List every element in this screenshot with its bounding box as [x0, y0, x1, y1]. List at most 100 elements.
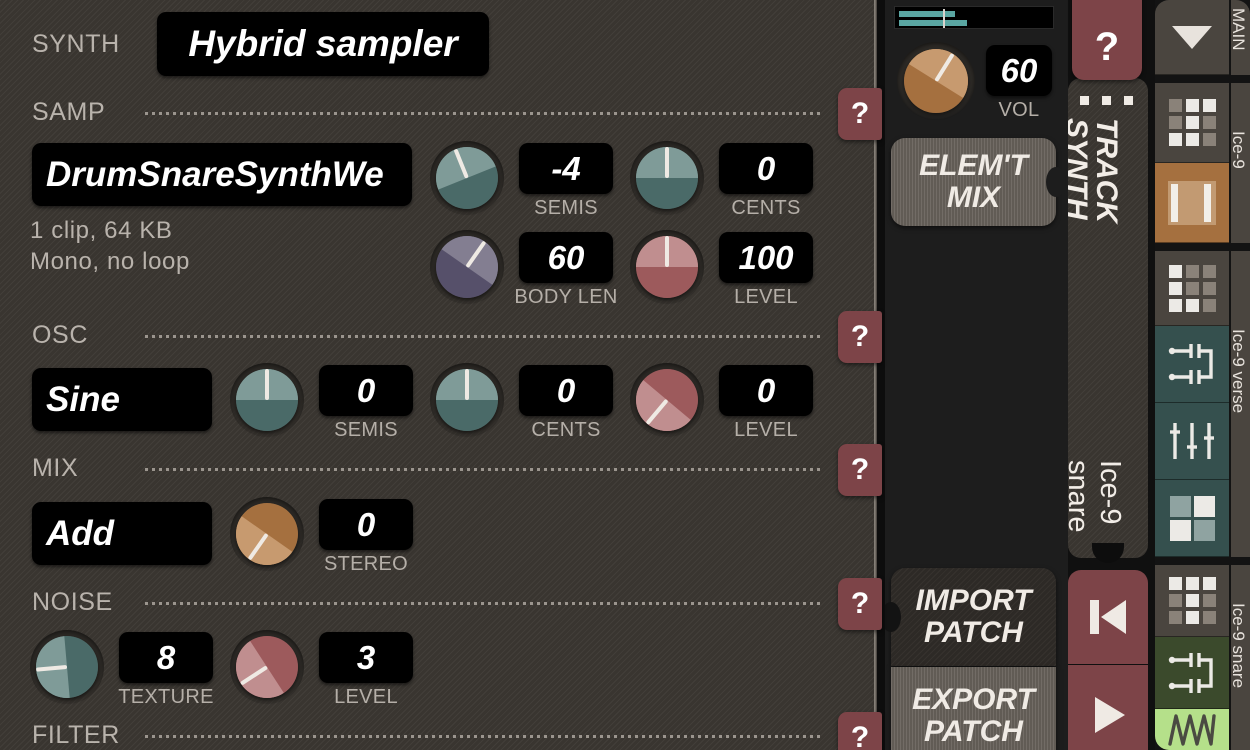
sample-info-clip: 1 clip, 64 KB: [30, 217, 173, 244]
sidebar-group-main: MAIN: [1155, 0, 1250, 75]
track-strip-name-line2: snare: [1068, 460, 1094, 533]
caption-noise-level: LEVEL: [334, 686, 398, 708]
knob-samp-semis[interactable]: [430, 141, 504, 215]
section-label-mix: MIX: [32, 454, 79, 482]
knob-dial: [436, 369, 498, 431]
navigation-sidebar: MAIN Ice-9 Ice-9 verse Ice-9 snare: [1155, 0, 1250, 750]
section-label-samp: SAMP: [32, 98, 106, 126]
value-mix-stereo[interactable]: 0: [319, 499, 413, 550]
sidebar-item-ice9-pattern[interactable]: [1155, 83, 1229, 163]
caption-volume: VOL: [998, 99, 1040, 121]
sidebar-group-ice9-snare: Ice-9 snare: [1155, 565, 1250, 750]
grid-3x3-icon: [1168, 99, 1216, 146]
sidebar-item-verse-checker[interactable]: [1155, 480, 1229, 557]
knob-dial: [236, 636, 298, 698]
section-divider-samp: [145, 112, 820, 115]
circuit-icon: [1168, 344, 1213, 384]
sidebar-group-ice9: Ice-9: [1155, 83, 1250, 243]
sidebar-group-label-main: MAIN: [1231, 0, 1250, 75]
osc-wave-field[interactable]: Sine: [32, 368, 212, 431]
knob-volume[interactable]: [897, 42, 975, 120]
help-button-noise[interactable]: ?: [838, 578, 882, 630]
sidebar-item-snare-circuit[interactable]: [1155, 637, 1229, 709]
sidebar-item-main[interactable]: [1155, 0, 1229, 75]
level-meter-marker: [943, 9, 945, 28]
help-button-osc[interactable]: ?: [838, 311, 882, 363]
knob-dial: [436, 236, 498, 298]
knob-noise-texture[interactable]: [30, 630, 104, 704]
knob-dial: [236, 503, 298, 565]
value-samp-cents[interactable]: 0: [719, 143, 813, 194]
value-osc-semis[interactable]: 0: [319, 365, 413, 416]
sidebar-item-verse-pattern[interactable]: [1155, 251, 1229, 326]
sidebar-item-verse-sliders[interactable]: [1155, 403, 1229, 480]
element-mix-button[interactable]: ELEM'T MIX: [891, 138, 1066, 226]
knob-pointer: [465, 369, 469, 400]
value-samp-level[interactable]: 100: [719, 232, 813, 283]
section-label-noise: NOISE: [32, 588, 113, 616]
knob-osc-level[interactable]: [630, 363, 704, 437]
track-strip-name-line1: Ice-9: [1094, 460, 1126, 525]
grid-3x3-icon: [1168, 264, 1216, 312]
value-noise-texture[interactable]: 8: [119, 632, 213, 683]
track-strip-notch: [1092, 543, 1124, 563]
value-noise-level[interactable]: 3: [319, 632, 413, 683]
sample-info-mono: Mono, no loop: [30, 248, 190, 275]
transport-play-button[interactable]: [1068, 665, 1148, 750]
knob-osc-cents[interactable]: [430, 363, 504, 437]
knob-mix-stereo[interactable]: [230, 497, 304, 571]
transport-prev-button[interactable]: [1068, 570, 1148, 664]
element-mix-notch: [1046, 167, 1066, 197]
triangle-down-icon: [1172, 26, 1212, 49]
waveform-icon: [1168, 713, 1216, 746]
sidebar-group-label-ice9-snare: Ice-9 snare: [1231, 565, 1250, 750]
import-patch-line1: IMPORT: [915, 584, 1032, 618]
section-divider-mix: [145, 468, 820, 471]
knob-samp-body-len[interactable]: [430, 230, 504, 304]
element-mix-line2: MIX: [946, 181, 1001, 214]
help-button-filter[interactable]: ?: [838, 712, 882, 750]
caption-mix-stereo: STEREO: [323, 553, 409, 575]
knob-samp-cents[interactable]: [630, 141, 704, 215]
knob-pointer: [665, 147, 669, 178]
help-button-mix[interactable]: ?: [838, 444, 882, 496]
knob-osc-semis[interactable]: [230, 363, 304, 437]
value-osc-level[interactable]: 0: [719, 365, 813, 416]
caption-samp-cents: CENTS: [731, 197, 801, 219]
help-button-samp[interactable]: ?: [838, 88, 882, 140]
circuit-icon: [1168, 652, 1213, 693]
track-strip-title-line1: TRACK: [1090, 118, 1123, 223]
knob-samp-level[interactable]: [630, 230, 704, 304]
sidebar-item-ice9-bars[interactable]: [1155, 163, 1229, 243]
app-window: SYNTH Hybrid sampler SAMP DrumSnareSynth…: [0, 0, 1250, 750]
three-dots-icon: [1080, 96, 1136, 108]
element-mix-line1: ELEM'T: [919, 149, 1028, 183]
export-patch-button[interactable]: EXPORT PATCH: [891, 667, 1056, 750]
help-button-track[interactable]: ?: [1072, 0, 1142, 80]
pattern-bars-icon: [1168, 180, 1216, 225]
knob-dial: [36, 636, 98, 698]
value-samp-body-len[interactable]: 60: [519, 232, 613, 283]
element-column: 60 VOL ELEM'T MIX IMPORT PATCH EXPORT PA…: [881, 0, 1068, 750]
section-label-synth: SYNTH: [32, 30, 120, 58]
import-patch-button[interactable]: IMPORT PATCH: [881, 568, 1056, 666]
sample-name-field[interactable]: DrumSnareSynthWe: [32, 143, 412, 206]
synth-editor-body: SYNTH Hybrid sampler SAMP DrumSnareSynth…: [0, 0, 876, 750]
section-label-osc: OSC: [32, 321, 88, 349]
value-volume[interactable]: 60: [986, 45, 1052, 96]
track-synth-strip[interactable]: TRACK SYNTH Ice-9 snare: [1068, 78, 1148, 558]
sidebar-item-snare-waveform[interactable]: [1155, 709, 1229, 750]
knob-noise-level[interactable]: [230, 630, 304, 704]
value-samp-semis[interactable]: -4: [519, 143, 613, 194]
synth-type-field[interactable]: Hybrid sampler: [157, 12, 489, 76]
sidebar-item-verse-circuit[interactable]: [1155, 326, 1229, 403]
sidebar-item-snare-pattern[interactable]: [1155, 565, 1229, 637]
sliders-icon: [1170, 423, 1214, 459]
section-divider-osc: [145, 335, 820, 338]
sidebar-group-label-ice9-verse: Ice-9 verse: [1231, 251, 1250, 557]
value-osc-cents[interactable]: 0: [519, 365, 613, 416]
mix-mode-field[interactable]: Add: [32, 502, 212, 565]
level-meter-bar-left: [899, 11, 955, 17]
checker-2x2-icon: [1169, 495, 1215, 541]
caption-osc-cents: CENTS: [531, 419, 601, 441]
